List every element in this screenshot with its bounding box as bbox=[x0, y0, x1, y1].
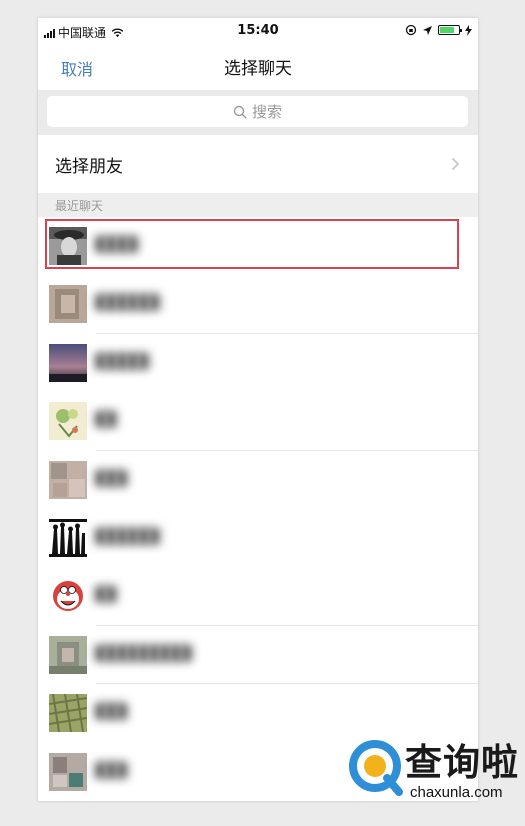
chat-name: ███ bbox=[95, 470, 128, 487]
avatar bbox=[49, 752, 87, 791]
select-friend-row[interactable]: 选择朋友 bbox=[38, 135, 478, 193]
charging-icon bbox=[465, 24, 472, 36]
chat-item[interactable]: ██ bbox=[38, 392, 478, 451]
chat-name: ██████ bbox=[95, 528, 160, 545]
avatar bbox=[49, 402, 87, 441]
avatar bbox=[49, 577, 87, 616]
search-bar: 搜索 bbox=[38, 90, 478, 135]
chat-name: ██ bbox=[95, 412, 117, 429]
chat-item[interactable]: ██████ bbox=[38, 275, 478, 334]
recent-chat-list: ████ ██████ █████ ██ ███ ██████ ██ █████… bbox=[38, 217, 478, 801]
share-screen: 中国联通 15:40 取消 选择聊天 搜索 选择朋友 最近聊天 ████ ███… bbox=[38, 18, 478, 801]
watermark-url: chaxunla.com bbox=[410, 784, 503, 801]
chat-name: █████████ bbox=[95, 645, 192, 662]
navigation-bar: 取消 选择聊天 bbox=[38, 46, 478, 90]
watermark: 查询啦 chaxunla.com bbox=[345, 732, 520, 806]
search-icon bbox=[233, 105, 247, 119]
chat-name: ██ bbox=[95, 587, 117, 604]
avatar bbox=[49, 460, 87, 499]
chat-item[interactable]: ███ bbox=[38, 450, 478, 509]
chat-name: █████ bbox=[95, 353, 149, 370]
status-right bbox=[405, 24, 472, 36]
battery-icon bbox=[438, 25, 462, 35]
recent-chats-header: 最近聊天 bbox=[38, 193, 478, 217]
chat-item[interactable]: ██ bbox=[38, 567, 478, 626]
avatar bbox=[49, 635, 87, 674]
highlight-box bbox=[45, 219, 459, 269]
watermark-logo-icon bbox=[349, 740, 403, 796]
watermark-text: 查询啦 bbox=[405, 741, 519, 784]
recent-chats-label: 最近聊天 bbox=[55, 199, 104, 213]
chat-name: ███ bbox=[95, 762, 128, 779]
chat-item[interactable]: ██████ bbox=[38, 508, 478, 568]
search-placeholder: 搜索 bbox=[251, 103, 282, 121]
avatar bbox=[49, 518, 87, 557]
avatar bbox=[49, 285, 87, 324]
chevron-right-icon bbox=[451, 157, 460, 171]
battery-level bbox=[440, 27, 454, 33]
chat-name: ███ bbox=[95, 704, 128, 721]
status-bar: 中国联通 15:40 bbox=[38, 18, 478, 46]
chat-item[interactable]: ████ bbox=[38, 217, 478, 276]
page-title: 选择聊天 bbox=[224, 59, 292, 79]
avatar bbox=[49, 343, 87, 382]
chat-name: ██████ bbox=[95, 295, 160, 312]
avatar bbox=[49, 694, 87, 733]
rotation-lock-icon bbox=[405, 24, 417, 36]
search-input[interactable]: 搜索 bbox=[47, 96, 468, 127]
chat-item[interactable]: █████████ bbox=[38, 625, 478, 685]
select-friend-label: 选择朋友 bbox=[55, 157, 123, 177]
chat-item[interactable]: █████ bbox=[38, 333, 478, 393]
location-icon bbox=[423, 25, 432, 35]
